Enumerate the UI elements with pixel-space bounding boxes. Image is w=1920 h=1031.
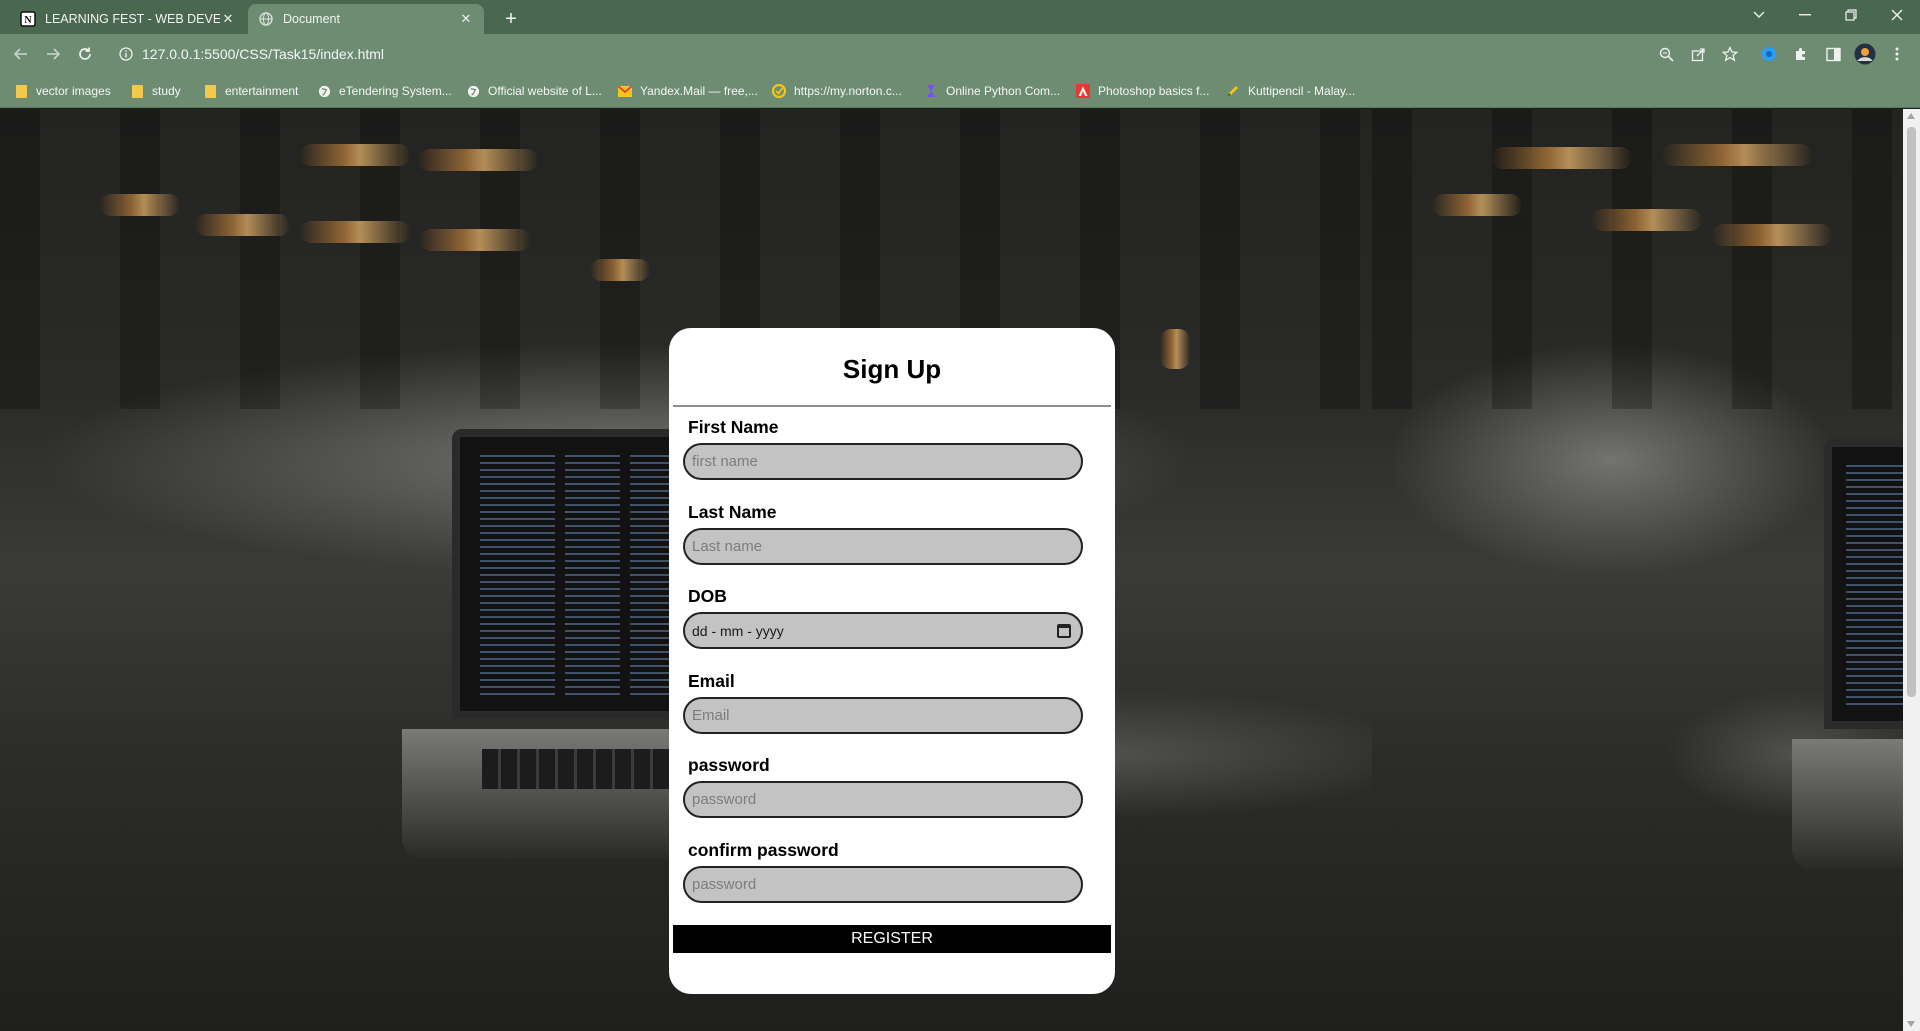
first-name-label: First Name	[688, 417, 779, 437]
close-tab-icon[interactable]: ✕	[458, 11, 474, 27]
reload-icon[interactable]	[72, 41, 98, 67]
page-scrollbar[interactable]	[1903, 109, 1920, 1031]
tab-learning-fest[interactable]: N LEARNING FEST - WEB DEVELOP ✕	[10, 4, 246, 34]
svg-text:N: N	[24, 15, 32, 26]
url-text: 127.0.0.1:5500/CSS/Task15/index.html	[142, 46, 385, 62]
email-input[interactable]	[683, 697, 1083, 734]
browser-toolbar: 127.0.0.1:5500/CSS/Task15/index.html	[0, 34, 1920, 74]
adobe-icon	[1076, 84, 1090, 98]
tab-document[interactable]: Document ✕	[248, 4, 484, 34]
register-button[interactable]: REGISTER	[673, 925, 1111, 953]
mail-icon	[618, 84, 632, 98]
minimize-button[interactable]	[1782, 0, 1828, 30]
address-bar[interactable]: 127.0.0.1:5500/CSS/Task15/index.html	[110, 38, 1900, 70]
norton-icon	[772, 84, 786, 98]
first-name-input[interactable]	[683, 443, 1083, 480]
folder-icon	[130, 84, 144, 98]
bookmark-label: Yandex.Mail — free,...	[640, 84, 758, 98]
pencil-icon	[1226, 84, 1240, 98]
back-arrow-icon[interactable]	[8, 41, 34, 67]
password-input[interactable]	[683, 781, 1083, 818]
bookmark-label: Online Python Com...	[946, 84, 1061, 98]
bookmark-label: study	[152, 84, 181, 98]
bookmark-label: Kuttipencil - Malay...	[1248, 84, 1356, 98]
bookmarks-bar: vector images study entertainment eTende…	[0, 74, 1920, 108]
last-name-label: Last Name	[688, 502, 777, 522]
signup-card: Sign Up First Name Last Name DOB dd - mm…	[669, 328, 1115, 994]
confirm-password-input[interactable]	[683, 866, 1083, 903]
folder-icon	[14, 84, 28, 98]
password-label: password	[688, 755, 770, 775]
bookmark-kuttipencil[interactable]: Kuttipencil - Malay...	[1226, 82, 1355, 100]
close-tab-icon[interactable]: ✕	[220, 11, 236, 27]
folder-icon	[203, 84, 217, 98]
bookmark-photoshop-basics[interactable]: Photoshop basics f...	[1076, 82, 1209, 100]
zoom-icon[interactable]	[1653, 41, 1679, 67]
site-info-icon[interactable]	[118, 46, 134, 62]
globe-icon	[258, 11, 274, 27]
dob-date-input[interactable]: dd - mm - yyyy	[683, 612, 1083, 649]
globe-icon	[317, 84, 331, 98]
globe-icon	[466, 84, 480, 98]
scroll-down-arrow-icon[interactable]	[1907, 1021, 1915, 1027]
notion-icon: N	[20, 11, 36, 27]
bookmark-official-website[interactable]: Official website of L...	[466, 82, 602, 100]
bookmark-label: https://my.norton.c...	[794, 84, 902, 98]
side-panel-icon[interactable]	[1820, 41, 1846, 67]
bookmark-entertainment[interactable]: entertainment	[203, 82, 298, 100]
menu-kebab-icon[interactable]	[1884, 41, 1910, 67]
bookmark-online-python[interactable]: Online Python Com...	[924, 82, 1060, 100]
share-icon[interactable]	[1685, 41, 1711, 67]
background-image-repeat	[1372, 109, 1903, 1031]
tab-title: Document	[283, 12, 340, 26]
forward-arrow-icon[interactable]	[40, 41, 66, 67]
extension-blue-icon[interactable]	[1756, 41, 1782, 67]
bookmark-label: entertainment	[225, 84, 299, 98]
tab-title: LEARNING FEST - WEB DEVELOP	[45, 12, 220, 26]
bookmark-norton[interactable]: https://my.norton.c...	[772, 82, 902, 100]
scrollbar-thumb[interactable]	[1907, 127, 1916, 697]
bookmark-star-icon[interactable]	[1717, 41, 1743, 67]
restore-button[interactable]	[1828, 0, 1874, 30]
dob-label: DOB	[688, 586, 727, 606]
bookmark-study[interactable]: study	[130, 82, 181, 100]
bookmark-yandex-mail[interactable]: Yandex.Mail — free,...	[618, 82, 758, 100]
bookmark-label: Photoshop basics f...	[1098, 84, 1210, 98]
confirm-password-label: confirm password	[688, 840, 839, 860]
page-viewport: Sign Up First Name Last Name DOB dd - mm…	[0, 109, 1903, 1031]
bookmark-vector-images[interactable]: vector images	[14, 82, 111, 100]
bookmark-label: Official website of L...	[488, 84, 602, 98]
scroll-up-arrow-icon[interactable]	[1907, 113, 1915, 119]
bookmark-label: eTendering System...	[339, 84, 452, 98]
bookmark-label: vector images	[36, 84, 111, 98]
tab-strip: N LEARNING FEST - WEB DEVELOP ✕ Document…	[0, 0, 1920, 34]
close-window-button[interactable]	[1874, 0, 1920, 30]
last-name-input[interactable]	[683, 528, 1083, 565]
bookmark-etendering[interactable]: eTendering System...	[317, 82, 452, 100]
new-tab-button[interactable]: +	[498, 6, 524, 32]
email-label: Email	[688, 671, 735, 691]
extensions-puzzle-icon[interactable]	[1788, 41, 1814, 67]
python-icon	[924, 84, 938, 98]
calendar-icon[interactable]	[1057, 623, 1071, 638]
divider	[673, 405, 1111, 407]
avatar[interactable]	[1852, 41, 1878, 67]
page-title: Sign Up	[842, 354, 942, 384]
tab-search-icon[interactable]	[1736, 0, 1782, 30]
dob-placeholder: dd - mm - yyyy	[692, 622, 784, 639]
